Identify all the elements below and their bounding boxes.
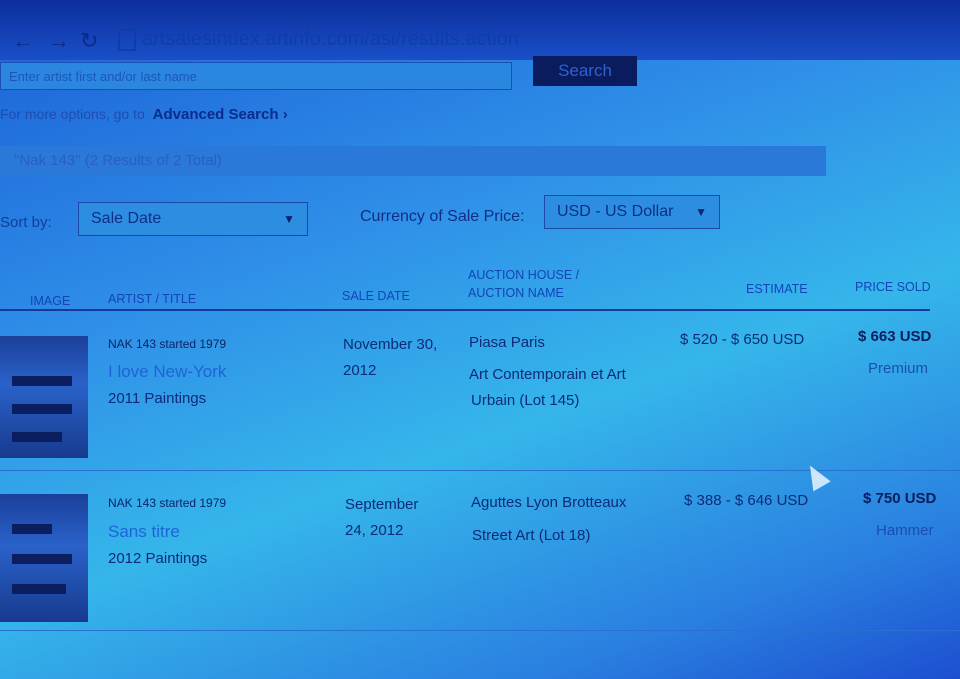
row-divider [0,630,960,631]
row-auction-house: Piasa Paris [469,334,545,351]
row-estimate: $ 388 - $ 646 USD [684,492,809,509]
col-header-image: IMAGE [30,294,71,308]
col-header-auction-house[interactable]: AUCTION HOUSE / [468,268,579,282]
advanced-search-row: For more options, go to Advanced Search … [0,106,288,123]
reload-icon[interactable]: ↻ [80,28,98,54]
row-auction-name-line1: Art Contemporain et Art [469,366,626,383]
row-title-link[interactable]: I love New-York [108,362,226,382]
col-header-sale-date[interactable]: SALE DATE [342,289,410,303]
mouse-pointer-icon [801,460,831,492]
row-estimate: $ 520 - $ 650 USD [680,331,805,348]
back-arrow-icon[interactable]: ← [12,28,34,54]
row-auction-house: Aguttes Lyon Brotteaux [471,494,627,511]
col-header-estimate[interactable]: ESTIMATE [746,282,808,296]
row-auction-name-line2: Urbain (Lot 145) [471,392,580,409]
row-date-line1: November 30, [343,336,438,353]
row-category: 2012 Paintings [108,550,208,567]
currency-label: Currency of Sale Price: [360,208,525,225]
results-count: (2 Results of 2 Total) [84,152,222,169]
search-button[interactable]: Search [533,56,637,86]
chevron-down-icon: ▼ [695,205,707,219]
row-price-sold: $ 663 USD [858,328,932,345]
sort-by-select[interactable]: Sale Date ▼ [78,202,308,236]
row-date-line2: 2012 [343,362,377,379]
header-divider [0,309,930,311]
page-icon [118,28,136,51]
row-title-link[interactable]: Sans titre [108,522,180,542]
row-price-type: Hammer [876,522,934,539]
results-summary-bar: "Nak 143" (2 Results of 2 Total) [0,146,826,176]
results-query: "Nak 143" [14,152,81,169]
artist-search-input[interactable] [0,62,512,90]
row-auction-name-line1: Street Art (Lot 18) [472,527,591,544]
advanced-search-link[interactable]: Advanced Search › [153,106,288,123]
col-header-auction-name[interactable]: AUCTION NAME [468,286,564,300]
forward-arrow-icon[interactable]: → [48,28,70,54]
advanced-search-prefix: For more options, go to [0,106,145,122]
row-date-line2: 24, 2012 [345,522,404,539]
row-date-line1: September [345,496,419,513]
currency-value: USD - US Dollar [557,203,674,220]
currency-select[interactable]: USD - US Dollar ▼ [544,195,720,229]
row-price-type: Premium [868,360,929,377]
col-header-artist-title[interactable]: ARTIST / TITLE [108,292,196,306]
row-category: 2011 Paintings [108,390,207,407]
address-bar[interactable]: artsalesindex.artinfo.com/asi/results.ac… [118,24,758,54]
row-artist: NAK 143 started 1979 [108,496,227,510]
row-artist: NAK 143 started 1979 [108,337,227,351]
chevron-down-icon: ▼ [283,212,295,226]
sort-by-label: Sort by: [0,214,52,231]
artwork-thumbnail[interactable] [0,494,88,622]
row-price-sold: $ 750 USD [863,490,937,507]
col-header-price-sold[interactable]: PRICE SOLD [855,280,931,294]
sort-by-value: Sale Date [91,210,162,227]
artwork-thumbnail[interactable] [0,336,88,458]
address-bar-text: artsalesindex.artinfo.com/asi/results.ac… [142,28,519,50]
